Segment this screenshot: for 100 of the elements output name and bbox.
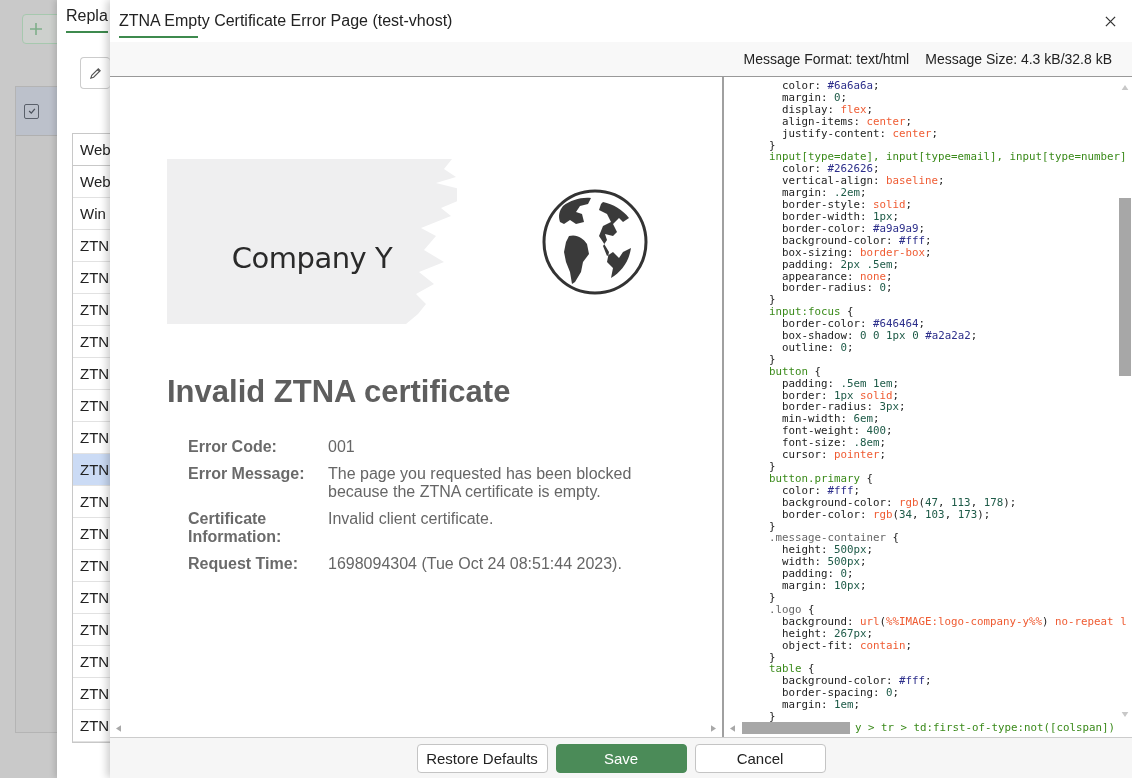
scroll-left-icon[interactable]	[116, 724, 121, 732]
code-line: font-weight: 400;	[781, 425, 893, 438]
code-line: background: url(%%IMAGE:logo-company-y%%) no-repeat l	[782, 615, 1127, 628]
list-row[interactable]: ZTN	[73, 230, 110, 262]
scroll-down-icon[interactable]	[1121, 712, 1129, 717]
code-line: color: #262626;	[781, 163, 880, 176]
list-row[interactable]: ZTN	[73, 518, 110, 550]
code-line: border-color: #a9a9a9;	[781, 222, 926, 235]
list-row[interactable]: ZTN	[73, 294, 110, 326]
message-format: Message Format: text/html	[743, 51, 910, 67]
logo-text: Company Y	[231, 240, 393, 275]
code-line: button.primary {	[768, 472, 874, 485]
plus-icon	[29, 22, 43, 36]
field-value: Invalid client certificate.	[328, 510, 495, 529]
close-icon[interactable]	[1105, 15, 1116, 27]
scroll-right-icon[interactable]	[711, 724, 716, 732]
code-line: }	[768, 711, 776, 723]
code-line: display: flex;	[781, 103, 874, 116]
code-line: border-radius: 3px;	[781, 401, 906, 414]
field-label: Error Message:	[188, 465, 306, 484]
code-line: margin: .2em;	[781, 187, 867, 200]
code-line: }	[768, 651, 776, 664]
list-row[interactable]: ZTN	[73, 550, 110, 582]
code-line: border-style: solid;	[781, 199, 913, 211]
code-line: align-items: center;	[781, 115, 913, 128]
list-row[interactable]: ZTN	[73, 614, 110, 646]
list-row[interactable]: ZTN	[73, 646, 110, 678]
code-line: border-color: rgb(34, 103, 173);	[781, 508, 991, 521]
code-line: y > tr > td:first-of-type:not([colspan])	[855, 722, 1115, 734]
code-line: box-shadow: 0 0 1px 0 #a2a2a2;	[781, 330, 978, 342]
code-line: outline: 0;	[781, 341, 854, 354]
code-line: border-width: 1px;	[781, 210, 900, 223]
field-label: Request Time:	[188, 555, 299, 573]
scrollbar-thumb[interactable]	[1119, 198, 1131, 376]
code-line: background-color: rgb(47, 113, 178);	[781, 496, 1017, 509]
code-line: appearance: none;	[781, 270, 893, 283]
code-line: border-spacing: 0;	[781, 687, 900, 700]
list-row[interactable]: ZTN	[73, 358, 110, 390]
code-line: }	[768, 353, 776, 366]
code-line: justify-content: center;	[781, 127, 939, 140]
code-line: width: 500px;	[781, 556, 867, 569]
globe-icon	[541, 187, 649, 296]
field-value: 001	[328, 438, 356, 456]
code-line: object-fit: contain;	[781, 639, 913, 652]
scroll-up-icon[interactable]	[1121, 85, 1129, 90]
code-line: }	[768, 294, 776, 307]
list-row[interactable]: ZTN	[73, 326, 110, 358]
code-line: margin: 10px;	[781, 580, 867, 592]
code-line: padding: 2px .5em;	[781, 258, 900, 271]
error-heading: Invalid ZTNA certificate	[167, 374, 512, 410]
code-line: margin: 1em;	[781, 699, 861, 712]
field-label: Certificate Information:	[188, 510, 283, 546]
code-line: }	[768, 139, 776, 152]
pencil-icon	[88, 65, 103, 81]
list-row[interactable]: ZTN	[73, 582, 110, 614]
code-line: color: #6a6a6a;	[781, 80, 880, 92]
code-line: }	[768, 591, 776, 604]
code-line: min-width: 6em;	[781, 413, 880, 426]
scroll-left-icon[interactable]	[730, 724, 735, 732]
code-line: border-color: #646464;	[781, 318, 926, 331]
code-line: input:focus {	[768, 306, 854, 319]
check-icon	[26, 106, 37, 116]
code-line: table {	[768, 663, 815, 676]
code-line: cursor: pointer;	[781, 449, 887, 461]
list-row[interactable]: ZTN	[73, 454, 110, 486]
code-line: vertical-align: baseline;	[781, 175, 945, 188]
dialog-button[interactable]: Restore Defaults	[416, 743, 548, 773]
list-row[interactable]: ZTN	[73, 710, 110, 742]
code-line: background-color: #fff;	[781, 675, 932, 688]
dialog-title: ZTNA Empty Certificate Error Page (test-vhost)	[119, 12, 453, 38]
message-size: Message Size: 4.3 kB/32.8 kB	[925, 51, 1112, 67]
list-row[interactable]: Web	[73, 166, 110, 198]
field-value: The page you requested has been blocked because the ZTNA certificate is empty.	[328, 465, 633, 501]
list-row[interactable]: Win	[73, 198, 110, 230]
code-line: color: #fff;	[782, 484, 861, 497]
code-line: height: 267px;	[781, 627, 874, 640]
dialog-title-tab[interactable]: Repla	[66, 7, 108, 33]
code-line: .message-container {	[768, 532, 900, 545]
list-row[interactable]: ZTN	[73, 422, 110, 454]
code-line: border: 1px solid;	[781, 389, 900, 402]
code-line: margin: 0;	[781, 91, 848, 104]
list-row[interactable]: ZTN	[73, 486, 110, 518]
code-line: input[type=date], input[type=email], input[type=number]	[768, 151, 1127, 164]
code-line: }	[768, 520, 776, 533]
save-button[interactable]: Save	[555, 743, 687, 773]
list-row[interactable]: ZTN	[73, 390, 110, 422]
code-line: height: 500px;	[781, 544, 874, 557]
scrollbar-thumb[interactable]	[742, 722, 850, 734]
list-row[interactable]: ZTN	[73, 678, 110, 710]
dialog-button[interactable]: Cancel	[694, 743, 826, 773]
field-value: 1698094304 (Tue Oct 24 08:51:44 2023).	[328, 555, 623, 573]
code-line: border-radius: 0;	[781, 282, 893, 295]
code-line: font-size: .8em;	[781, 437, 887, 450]
checkbox[interactable]	[24, 103, 39, 119]
code-line: button {	[768, 365, 822, 378]
code-line: background-color: #fff;	[781, 234, 932, 247]
code-line: padding: 0;	[781, 568, 854, 581]
code-line: }	[768, 461, 776, 473]
code-line: .logo {	[768, 603, 815, 616]
list-row[interactable]: ZTN	[73, 262, 110, 294]
